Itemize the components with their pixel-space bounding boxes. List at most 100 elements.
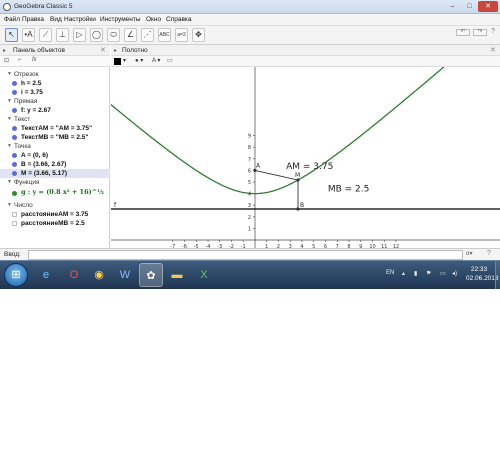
auxiliary-objects-icon[interactable]: ⊡ <box>4 57 9 64</box>
graphics-view-title: Полотно <box>122 47 148 54</box>
label-style-icon[interactable]: A ▾ <box>152 57 160 64</box>
menu-window[interactable]: Окно <box>146 16 161 23</box>
visibility-toggle[interactable] <box>12 221 17 226</box>
function-graph-g <box>111 67 445 195</box>
input-label: Ввод: <box>4 251 21 258</box>
y-tick-label: 8 <box>248 145 251 151</box>
folder-icon[interactable]: ▬ <box>165 263 189 287</box>
slider-icon[interactable]: a=2 <box>175 28 188 42</box>
visibility-toggle[interactable] <box>12 162 17 167</box>
reflect-icon[interactable]: ⋰ <box>141 28 154 42</box>
y-tick-label: 9 <box>248 134 251 140</box>
excel-icon[interactable]: X <box>192 263 216 287</box>
move-view-icon[interactable]: ✥ <box>192 28 205 42</box>
category-number[interactable]: ▼ Число <box>0 201 110 210</box>
category-segment[interactable]: ▼ Отрезок <box>0 70 110 79</box>
graphics-menu-icon[interactable]: ▸ <box>114 47 117 54</box>
geometry-plot[interactable]: -7-6-5-4-3-2-1123456789101112 987654321-… <box>111 67 500 248</box>
visibility-toggle[interactable] <box>12 108 17 113</box>
y-tick-label: 7 <box>248 157 251 163</box>
tray-expand-icon[interactable]: ▴ <box>402 270 405 277</box>
menu-file[interactable]: Файл <box>4 16 20 23</box>
list-item[interactable]: i = 3.75 <box>0 88 110 97</box>
minimize-button[interactable]: – <box>444 1 461 12</box>
list-item[interactable]: B = (3.66, 2.67) <box>0 160 110 169</box>
volume-icon[interactable]: ◂) <box>452 270 457 277</box>
visibility-toggle[interactable] <box>12 135 17 140</box>
menu-tools[interactable]: Инструменты <box>100 16 141 23</box>
y-tick-label: 3 <box>248 203 251 209</box>
circle-icon[interactable]: ◯ <box>90 28 103 42</box>
flag-icon[interactable]: ⚑ <box>426 270 431 277</box>
list-item[interactable]: расстояниеAM = 3.75 <box>0 210 110 219</box>
y-tick-label: 2 <box>248 215 251 221</box>
list-item[interactable]: расстояниеMB = 2.5 <box>0 219 110 228</box>
symbol-menu-icon[interactable]: α▾ <box>466 250 472 257</box>
visibility-toggle[interactable] <box>12 171 17 176</box>
input-help-icon[interactable]: ? <box>487 250 491 257</box>
word-icon[interactable]: W <box>113 263 137 287</box>
label-point-m: M <box>295 172 300 179</box>
opera-icon[interactable]: O <box>62 263 86 287</box>
point-style-icon[interactable]: ● ▾ <box>135 57 143 64</box>
visibility-toggle[interactable] <box>12 90 17 95</box>
list-item[interactable]: g : y = (0.8 x² + 16)^½ <box>0 188 110 199</box>
help-icon[interactable]: ? <box>491 28 495 35</box>
input-field[interactable] <box>28 250 463 260</box>
perpendicular-icon[interactable]: ⊥ <box>56 28 69 42</box>
description-mode-icon[interactable]: fx <box>32 57 37 63</box>
language-indicator[interactable]: EN <box>386 270 394 276</box>
point-icon[interactable]: •A <box>22 28 35 42</box>
graphics-close-icon[interactable]: ✕ <box>490 46 496 54</box>
category-function[interactable]: ▼ Функция <box>0 178 110 187</box>
menu-edit[interactable]: Правка <box>22 16 44 23</box>
polygon-icon[interactable]: ▷ <box>73 28 86 42</box>
y-tick-label: 5 <box>248 180 251 186</box>
visibility-toggle[interactable] <box>12 81 17 86</box>
text-icon[interactable]: ABC <box>158 28 171 42</box>
menu-bar: Файл Правка Вид Настройки Инструменты Ок… <box>0 14 500 26</box>
visibility-toggle[interactable] <box>12 126 17 131</box>
system-clock[interactable]: 22:33 02.06.2018 <box>466 265 499 283</box>
clock-time: 22:33 <box>470 266 488 273</box>
ellipse-icon[interactable]: ⬭ <box>107 28 120 42</box>
color-dropdown-icon[interactable]: ▾ <box>123 57 126 64</box>
color-swatch[interactable] <box>114 58 121 65</box>
graphics-style-bar: ▾ ● ▾ A ▾ ▭ <box>111 56 500 67</box>
list-item[interactable]: A = (0, 6) <box>0 151 110 160</box>
visibility-toggle[interactable] <box>12 212 17 217</box>
graphics-options-icon[interactable]: ▭ <box>167 57 173 64</box>
list-item[interactable]: h = 2.5 <box>0 79 110 88</box>
sort-icon[interactable]: ⌐ <box>18 57 22 63</box>
cursor-icon[interactable]: ↖ <box>5 28 18 42</box>
category-text[interactable]: ▼ Текст <box>0 115 110 124</box>
list-item[interactable]: ТекстAM = "AM = 3.75" <box>0 124 110 133</box>
show-desktop-button[interactable] <box>495 261 500 290</box>
chrome-icon[interactable]: ◉ <box>87 263 111 287</box>
category-point[interactable]: ▼ Точка <box>0 142 110 151</box>
graphics-canvas[interactable]: -7-6-5-4-3-2-1123456789101112 987654321-… <box>111 67 500 248</box>
list-item-selected[interactable]: M = (3.66, 5.17) <box>0 169 110 178</box>
list-item[interactable]: f: y = 2.67 <box>0 106 110 115</box>
menu-help[interactable]: Справка <box>166 16 192 23</box>
battery-icon[interactable]: ▭ <box>440 270 446 277</box>
menu-view[interactable]: Вид <box>50 16 62 23</box>
undo-button[interactable]: ↶ <box>456 29 470 36</box>
ie-icon[interactable]: e <box>34 263 58 287</box>
start-button[interactable]: ⊞ <box>4 263 28 287</box>
list-item[interactable]: ТекстMB = "MB = 2.5" <box>0 133 110 142</box>
redo-button[interactable]: ↷ <box>473 29 487 36</box>
menu-settings[interactable]: Настройки <box>64 16 96 23</box>
category-line[interactable]: ▼ Прямая <box>0 97 110 106</box>
panel-menu-icon[interactable]: ▸ <box>3 47 6 54</box>
network-icon[interactable]: ▮ <box>414 270 417 277</box>
window-title: GeoGebra Classic 5 <box>14 3 73 10</box>
angle-icon[interactable]: ∠ <box>124 28 137 42</box>
line-icon[interactable]: ⟋ <box>39 28 52 42</box>
visibility-toggle[interactable] <box>12 191 17 196</box>
maximize-button[interactable]: □ <box>461 1 478 12</box>
visibility-toggle[interactable] <box>12 153 17 158</box>
close-button[interactable]: ✕ <box>478 1 498 12</box>
geogebra-icon[interactable]: ✿ <box>139 263 163 287</box>
panel-close-icon[interactable]: ✕ <box>100 46 106 54</box>
